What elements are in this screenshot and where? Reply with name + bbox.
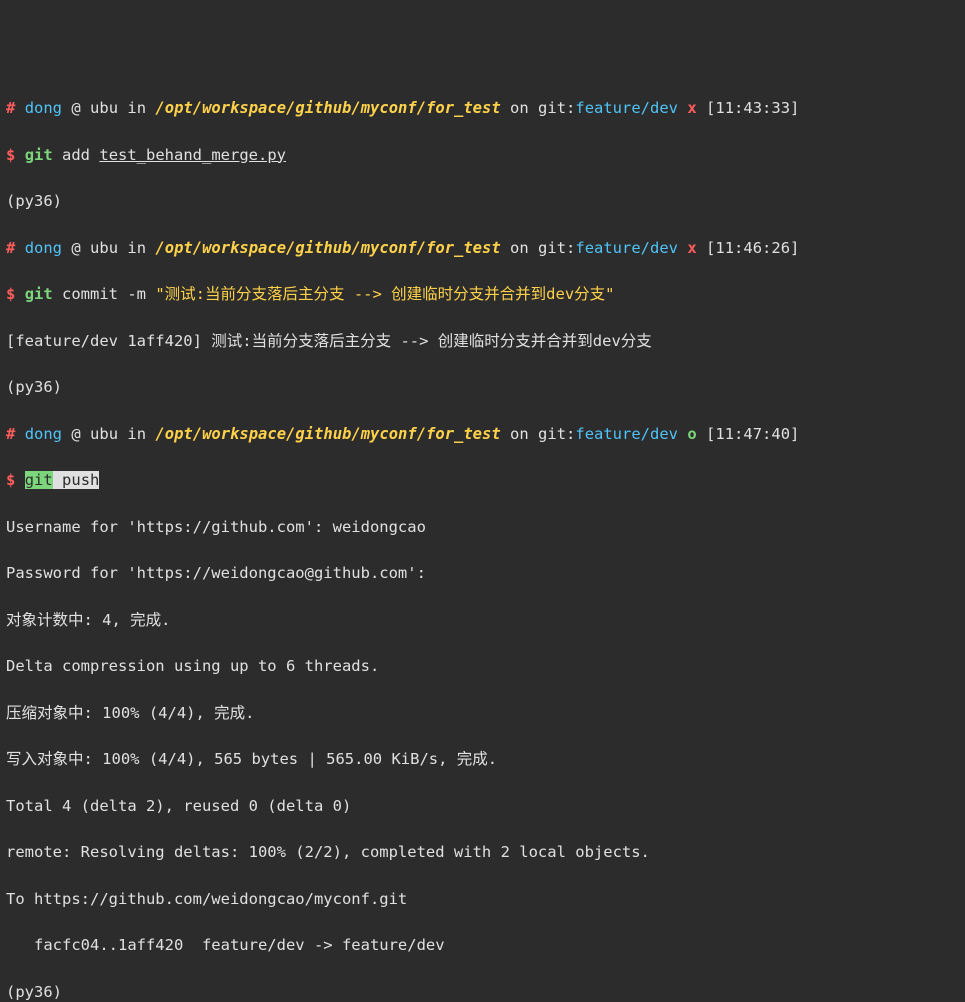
command-line-3: $ git push: [6, 469, 959, 492]
command-line-1: $ git add test_behand_merge.py: [6, 144, 959, 167]
push-output: Password for 'https://weidongcao@github.…: [6, 562, 959, 585]
prompt-time: [11:43:33]: [706, 99, 799, 117]
commit-message: "测试:当前分支落后主分支 --> 创建临时分支并合并到dev分支": [155, 285, 614, 303]
env-line: (py36): [6, 981, 959, 1002]
push-output: To https://github.com/weidongcao/myconf.…: [6, 888, 959, 911]
push-output: remote: Resolving deltas: 100% (2/2), co…: [6, 841, 959, 864]
prompt-line-2: # dong @ ubu in /opt/workspace/github/my…: [6, 237, 959, 260]
cmd-git-highlight: git: [25, 471, 53, 489]
prompt-path: /opt/workspace/github/myconf/for_test: [155, 99, 500, 117]
prompt-branch: feature/dev: [575, 99, 678, 117]
prompt-user: dong: [25, 99, 62, 117]
prompt-status: x: [687, 99, 696, 117]
push-output: 对象计数中: 4, 完成.: [6, 609, 959, 632]
push-output: Username for 'https://github.com': weido…: [6, 516, 959, 539]
terminal[interactable]: { "p1": { "hash":"#","user":"dong","at":…: [0, 0, 965, 501]
command-line-2: $ git commit -m "测试:当前分支落后主分支 --> 创建临时分支…: [6, 283, 959, 306]
prompt-hash: #: [6, 99, 15, 117]
env-line: (py36): [6, 376, 959, 399]
cmd-arg-file: test_behand_merge.py: [99, 146, 286, 164]
push-output: Delta compression using up to 6 threads.: [6, 655, 959, 678]
prompt-host: ubu: [90, 99, 118, 117]
push-output: Total 4 (delta 2), reused 0 (delta 0): [6, 795, 959, 818]
cmd-push-highlight: push: [62, 471, 99, 489]
prompt-line-1: # dong @ ubu in /opt/workspace/github/my…: [6, 97, 959, 120]
prompt-line-3: # dong @ ubu in /opt/workspace/github/my…: [6, 423, 959, 446]
push-output: facfc04..1aff420 feature/dev -> feature/…: [6, 934, 959, 957]
push-output: 压缩对象中: 100% (4/4), 完成.: [6, 702, 959, 725]
env-line: (py36): [6, 190, 959, 213]
push-output: 写入对象中: 100% (4/4), 565 bytes | 565.00 Ki…: [6, 748, 959, 771]
cmd-git: git: [25, 146, 53, 164]
commit-output: [feature/dev 1aff420] 测试:当前分支落后主分支 --> 创…: [6, 330, 959, 353]
